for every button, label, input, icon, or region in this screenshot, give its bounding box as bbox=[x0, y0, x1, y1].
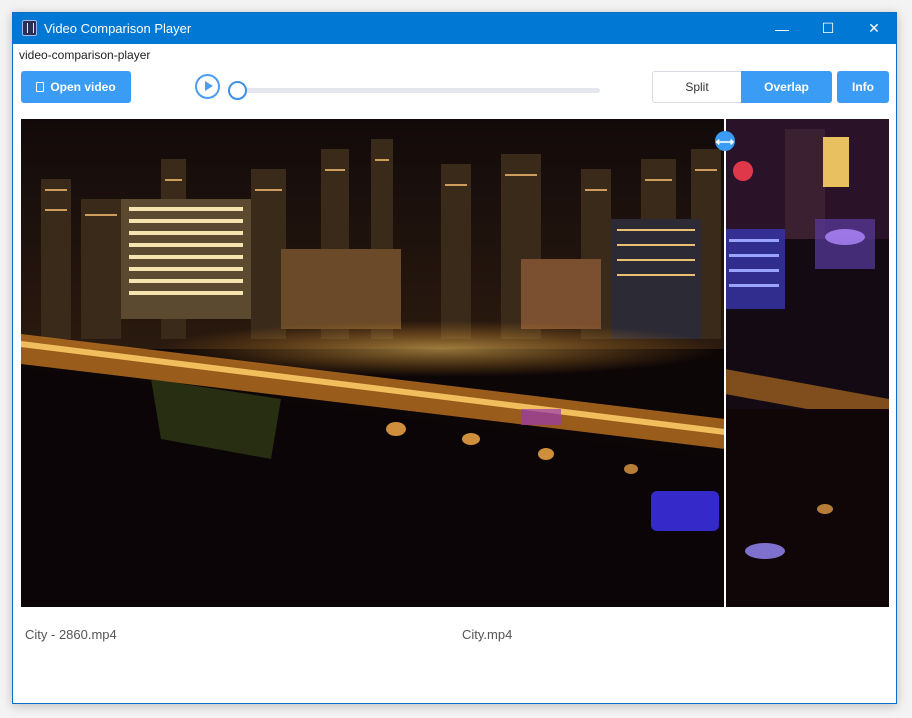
play-button[interactable] bbox=[195, 74, 220, 99]
toolbar: Open video Split Overlap Info bbox=[13, 70, 896, 104]
progress-track[interactable] bbox=[237, 88, 600, 93]
document-icon bbox=[36, 82, 45, 92]
resize-handle-icon[interactable]: ⟷ bbox=[715, 131, 735, 151]
minimize-button[interactable]: — bbox=[759, 13, 805, 44]
video-frame-left bbox=[21, 119, 725, 607]
window-title: Video Comparison Player bbox=[44, 21, 192, 36]
open-video-button[interactable]: Open video bbox=[21, 71, 131, 103]
video-frame-right bbox=[725, 119, 889, 607]
open-video-label: Open video bbox=[50, 80, 116, 94]
info-button[interactable]: Info bbox=[837, 71, 889, 103]
overlap-mode-button[interactable]: Overlap bbox=[741, 71, 832, 103]
left-video-filename: City - 2860.mp4 bbox=[25, 627, 117, 642]
film-icon bbox=[22, 20, 37, 36]
maximize-button[interactable]: ☐ bbox=[805, 13, 851, 44]
progress-slider-handle[interactable] bbox=[228, 81, 247, 100]
right-video-filename: City.mp4 bbox=[462, 627, 513, 642]
video-viewport[interactable]: ⟷ bbox=[21, 119, 889, 607]
split-mode-button[interactable]: Split bbox=[652, 71, 741, 103]
title-bar[interactable]: Video Comparison Player — ☐ ✕ bbox=[13, 13, 896, 44]
compare-divider[interactable] bbox=[724, 119, 726, 607]
app-subtitle: video-comparison-player bbox=[19, 48, 151, 62]
app-window: Video Comparison Player — ☐ ✕ video-comp… bbox=[12, 12, 897, 704]
close-button[interactable]: ✕ bbox=[851, 13, 896, 44]
